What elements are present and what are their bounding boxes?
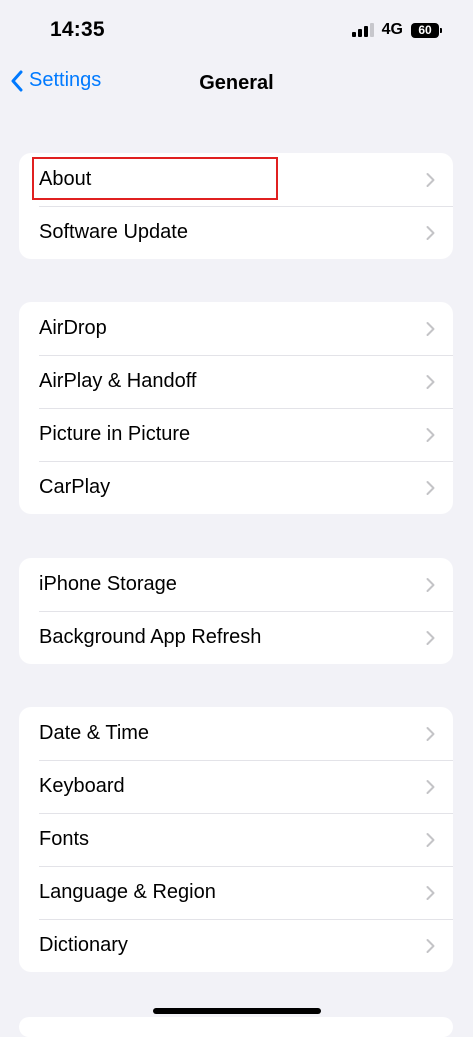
settings-row-iphone-storage[interactable]: iPhone Storage (19, 558, 453, 611)
chevron-right-icon (426, 480, 435, 495)
row-label: Dictionary (39, 934, 128, 956)
row-label: AirDrop (39, 317, 107, 339)
settings-row-about[interactable]: About (19, 153, 453, 206)
settings-row-software-update[interactable]: Software Update (19, 206, 453, 259)
row-label: Picture in Picture (39, 423, 191, 445)
chevron-right-icon (426, 172, 435, 187)
row-label: iPhone Storage (39, 573, 177, 595)
settings-group-3: iPhone Storage Background App Refresh (19, 558, 453, 664)
chevron-right-icon (426, 225, 435, 240)
cellular-signal-icon (351, 23, 374, 37)
settings-group-1: About Software Update (19, 153, 453, 259)
settings-group-5-partial (19, 1017, 453, 1037)
chevron-right-icon (426, 885, 435, 900)
settings-row-airdrop[interactable]: AirDrop (19, 302, 453, 355)
settings-group-2: AirDrop AirPlay & Handoff Picture in Pic… (19, 302, 453, 514)
chevron-right-icon (426, 832, 435, 847)
settings-row-picture-in-picture[interactable]: Picture in Picture (19, 408, 453, 461)
settings-row-dictionary[interactable]: Dictionary (19, 919, 453, 972)
chevron-right-icon (426, 726, 435, 741)
row-label: CarPlay (39, 476, 111, 498)
chevron-right-icon (426, 630, 435, 645)
home-indicator[interactable] (153, 1008, 321, 1014)
navigation-bar: Settings General (0, 60, 473, 108)
settings-row-language-region[interactable]: Language & Region (19, 866, 453, 919)
status-time: 14:35 (50, 18, 105, 41)
row-label: Date & Time (39, 722, 150, 744)
row-label: Software Update (39, 221, 188, 243)
chevron-right-icon (426, 427, 435, 442)
settings-row-keyboard[interactable]: Keyboard (19, 760, 453, 813)
status-bar: 14:35 4G 60 (0, 0, 473, 60)
battery-level: 60 (418, 23, 432, 37)
settings-row-fonts[interactable]: Fonts (19, 813, 453, 866)
chevron-right-icon (426, 577, 435, 592)
row-label: Fonts (39, 828, 90, 850)
status-indicators: 4G 60 (351, 21, 442, 39)
settings-row-carplay[interactable]: CarPlay (19, 461, 453, 514)
page-title: General (199, 72, 274, 94)
chevron-right-icon (426, 779, 435, 794)
row-label: Background App Refresh (39, 626, 262, 648)
row-label: AirPlay & Handoff (39, 370, 197, 392)
chevron-right-icon (426, 374, 435, 389)
row-label: Language & Region (39, 881, 216, 903)
network-type: 4G (381, 21, 403, 38)
chevron-right-icon (426, 321, 435, 336)
row-label: About (39, 168, 92, 190)
settings-row-background-app-refresh[interactable]: Background App Refresh (19, 611, 453, 664)
settings-group-4: Date & Time Keyboard Fonts Language & Re… (19, 707, 453, 972)
chevron-right-icon (426, 938, 435, 953)
battery-icon: 60 (411, 22, 442, 38)
row-label: Keyboard (39, 775, 125, 797)
settings-row-date-time[interactable]: Date & Time (19, 707, 453, 760)
settings-row-airplay-handoff[interactable]: AirPlay & Handoff (19, 355, 453, 408)
